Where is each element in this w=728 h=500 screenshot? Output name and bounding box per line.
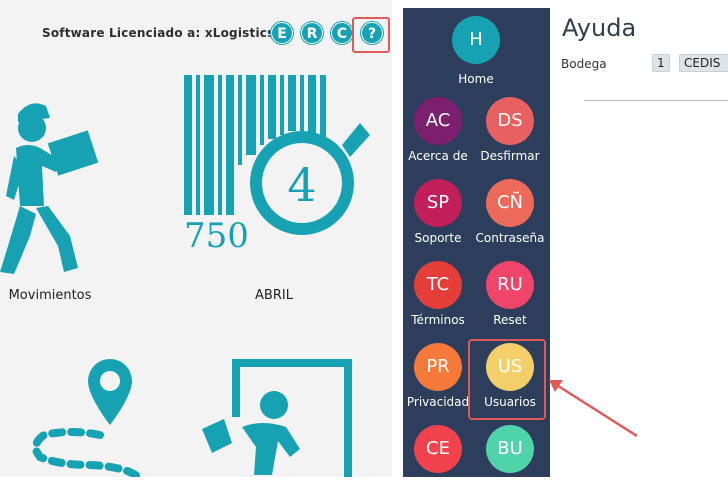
barcode-number-text: 4 — [287, 158, 316, 212]
sidebar-item-acerca[interactable]: AC Acerca de — [403, 97, 474, 163]
annotation-arrow-icon — [549, 380, 638, 438]
terminos-avatar: TC — [414, 261, 462, 309]
tile-label-movimientos[interactable]: Movimientos — [0, 288, 100, 303]
sidebar-item-label: Acerca de — [408, 149, 468, 163]
main-tiles-panel: Software Licenciado a: xLogistics E R C … — [0, 0, 392, 477]
sidebar-item-label: Contraseña — [475, 231, 545, 245]
screenshot-stage: Software Licenciado a: xLogistics E R C … — [0, 0, 728, 500]
sidebar-item-label: Desfirmar — [480, 149, 540, 163]
top-button-c[interactable]: C — [331, 22, 353, 44]
top-button-r[interactable]: R — [301, 22, 323, 44]
privacidad-avatar: PR — [414, 343, 462, 391]
tile-label-abril[interactable]: ABRIL — [224, 288, 324, 303]
home-avatar: H — [452, 16, 500, 64]
sidebar-item-reset[interactable]: RU Reset — [474, 261, 546, 327]
bu-avatar: BU — [486, 425, 534, 473]
delivery-man-icon[interactable] — [0, 96, 110, 276]
sidebar-item-home[interactable]: H Home — [440, 16, 512, 86]
desfirmar-avatar: DS — [486, 97, 534, 145]
top-button-e[interactable]: E — [271, 22, 293, 44]
sidebar-item-bu[interactable]: BU — [474, 425, 546, 473]
bodega-code-chip[interactable]: 1 — [652, 54, 670, 72]
sidebar-item-label: Términos — [411, 313, 465, 327]
bodega-name-chip[interactable]: CEDIS — [679, 54, 728, 72]
sidebar-item-privacidad[interactable]: PR Privacidad — [403, 343, 474, 409]
sidebar-item-label: Reset — [493, 313, 527, 327]
license-text: Software Licenciado a: xLogistics — [42, 26, 275, 40]
soporte-avatar: SP — [414, 179, 462, 227]
reset-avatar: RU — [486, 261, 534, 309]
page-title: Ayuda — [562, 14, 637, 42]
sidebar-item-label: Home — [458, 72, 494, 86]
usuarios-highlight-box — [468, 339, 546, 420]
contrasena-avatar: CÑ — [486, 179, 534, 227]
sidebar-item-label: Privacidad — [406, 395, 470, 409]
ce-avatar: CE — [414, 425, 462, 473]
sidebar-item-desfirmar[interactable]: DS Desfirmar — [474, 97, 546, 163]
sidebar-item-ce[interactable]: CE — [403, 425, 474, 473]
sidebar-item-soporte[interactable]: SP Soporte — [403, 179, 474, 245]
sidebar-item-label: Soporte — [414, 231, 462, 245]
route-pin-icon[interactable] — [30, 355, 150, 477]
door-person-icon[interactable] — [202, 357, 354, 477]
barcode-number-icon[interactable]: 4 750 — [182, 73, 372, 273]
sidebar-item-contrasena[interactable]: CÑ Contraseña — [474, 179, 546, 245]
acerca-avatar: AC — [414, 97, 462, 145]
sidebar-item-terminos[interactable]: TC Términos — [403, 261, 474, 327]
help-button-highlight — [352, 17, 390, 53]
bodega-label: Bodega — [561, 57, 607, 71]
barcode-digits-text: 750 — [184, 216, 249, 256]
divider — [584, 100, 728, 101]
